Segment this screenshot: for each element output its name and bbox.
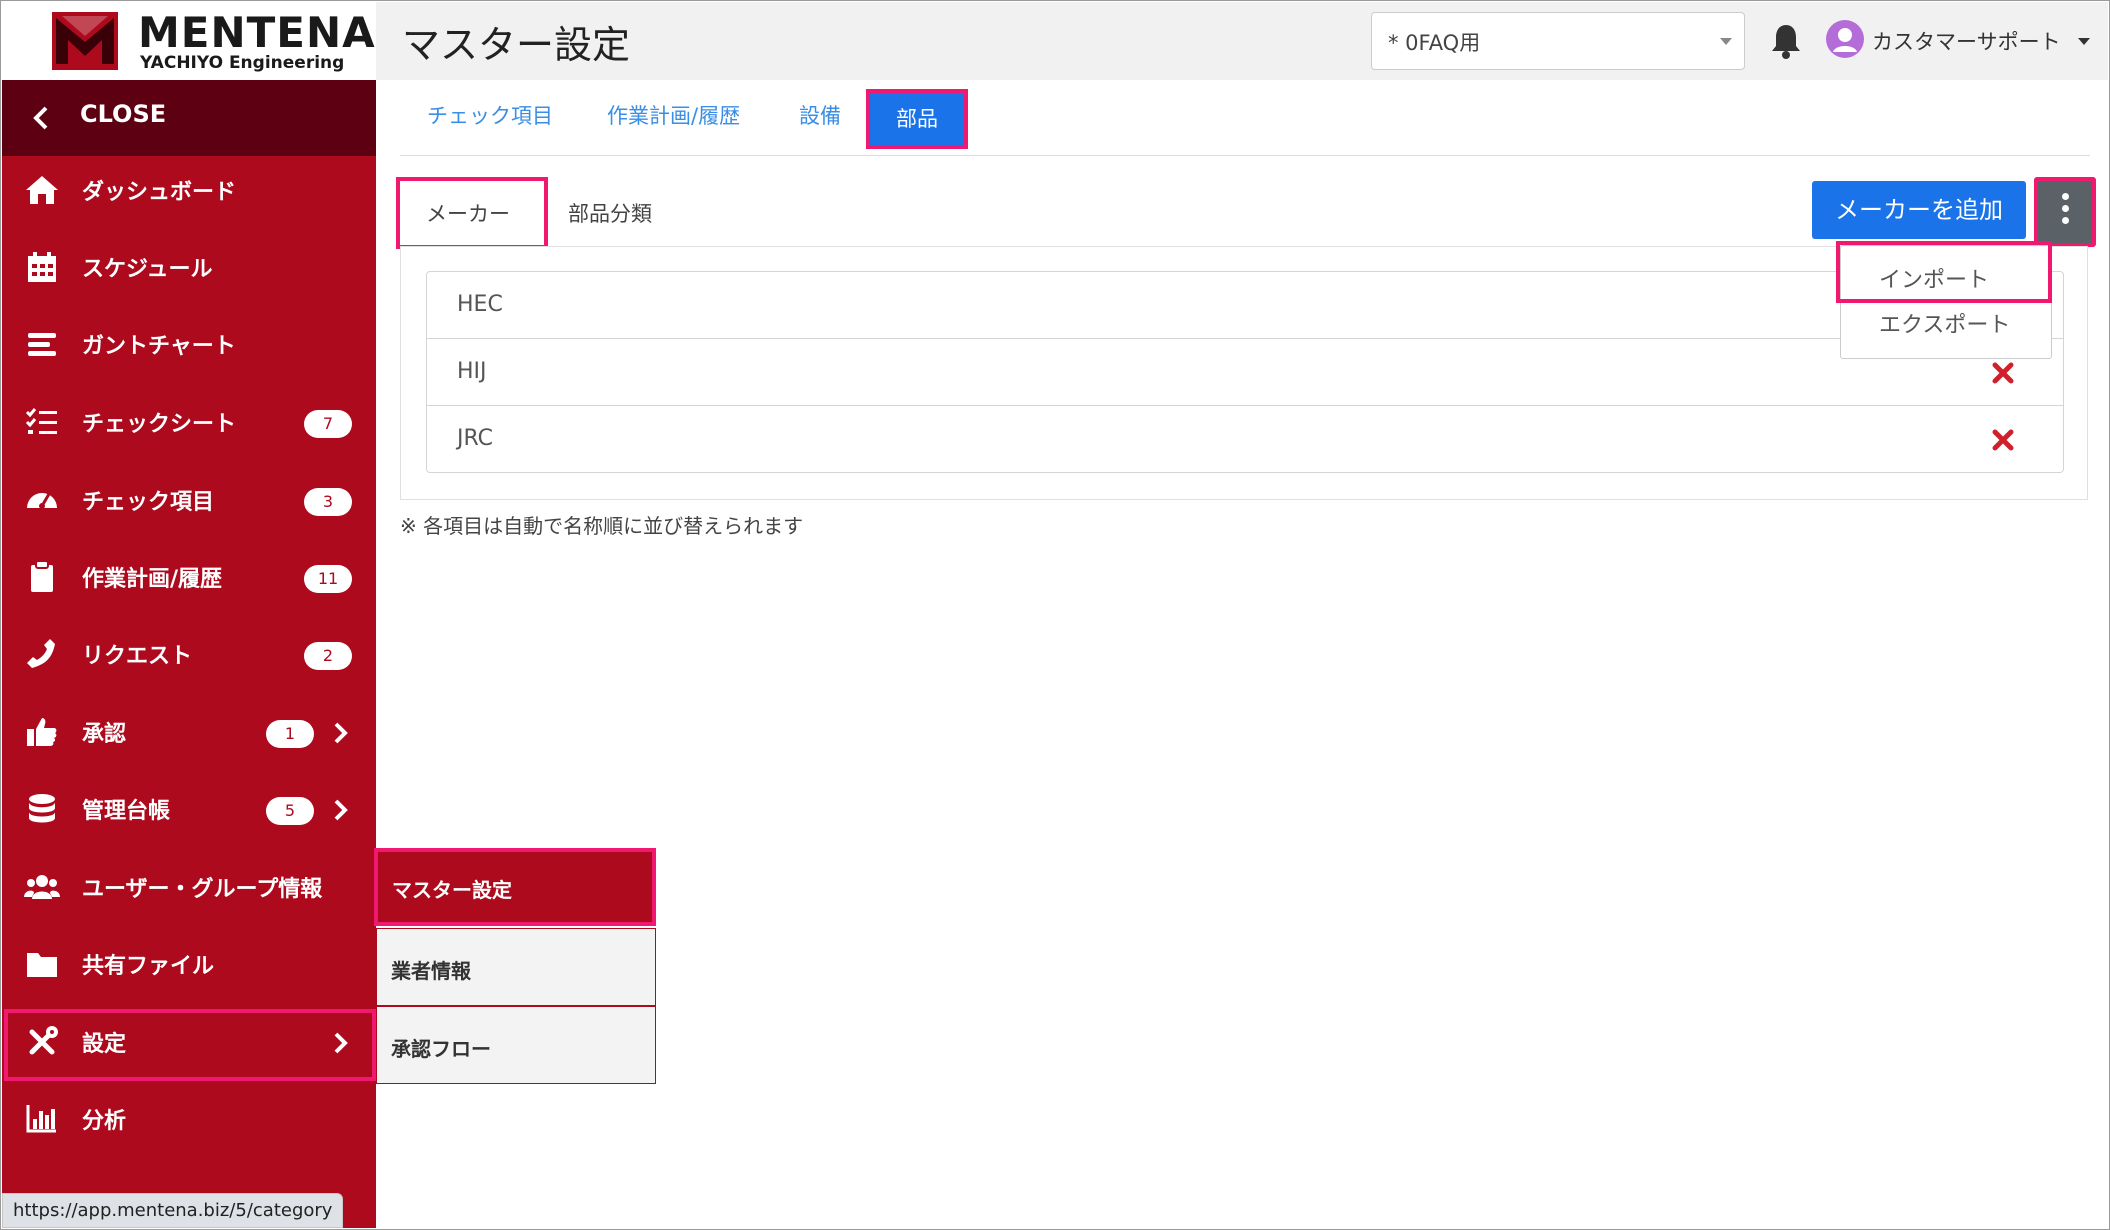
submenu-item-label: 承認フロー	[391, 1037, 491, 1061]
sidebar-item-label: ガントチャート	[82, 334, 236, 359]
gantt-icon	[28, 333, 56, 356]
kebab-dot	[2062, 217, 2069, 224]
checklist-icon	[25, 408, 57, 434]
import-highlight-frame	[1836, 241, 2052, 303]
sidebar-item-label: チェック項目	[82, 490, 215, 515]
gauge-icon	[27, 493, 57, 509]
folder-icon	[27, 953, 57, 977]
brand-title: MENTENA	[138, 8, 376, 57]
kebab-dot	[2062, 205, 2069, 212]
submenu-item-master-settings[interactable]: マスター設定	[374, 848, 656, 926]
request-count-badge: 2	[304, 642, 352, 670]
maker-name: HIJ	[457, 359, 487, 384]
list-item[interactable]: HEC	[427, 272, 2063, 339]
sidebar-item-users-groups[interactable]: ユーザー・グループ情報	[2, 855, 376, 921]
more-options-button[interactable]	[2034, 177, 2096, 247]
settings-highlight-frame	[4, 1009, 376, 1081]
sidebar-item-work-plan[interactable]: 作業計画/履歴 11	[2, 545, 376, 611]
sidebar-item-schedule[interactable]: スケジュール	[2, 235, 376, 301]
sidebar-item-label: ダッシュボード	[82, 180, 237, 205]
sidebar-item-gantt[interactable]: ガントチャート	[2, 312, 376, 378]
kebab-dot	[2062, 193, 2069, 200]
user-menu-name[interactable]: カスタマーサポート	[1872, 26, 2061, 56]
caret-down-icon	[1720, 38, 1732, 45]
thumbs-up-icon	[27, 718, 57, 746]
chevron-right-icon	[334, 722, 348, 744]
tab-equipment[interactable]: 設備	[799, 100, 841, 130]
sidebar-item-label: 分析	[82, 1109, 127, 1134]
logo[interactable]: MENTENA YACHIYO Engineering	[2, 2, 376, 80]
database-icon	[29, 794, 55, 823]
sidebar-item-label: 共有ファイル	[82, 954, 215, 979]
top-header: マスター設定 * 0FAQ用 カスタマーサポート	[376, 2, 2108, 80]
checksheet-count-badge: 7	[304, 410, 352, 438]
tab-work-plan[interactable]: 作業計画/履歴	[607, 100, 740, 130]
sidebar-close-button[interactable]: CLOSE	[2, 80, 376, 156]
submenu-item-vendor-info[interactable]: 業者情報	[376, 928, 656, 1006]
clipboard-icon	[31, 560, 53, 592]
tab-divider	[400, 155, 2090, 156]
list-item[interactable]: HIJ	[427, 339, 2063, 406]
ledger-count-badge: 5	[266, 797, 314, 825]
maker-name: HEC	[457, 292, 503, 317]
dropdown-item-export[interactable]: エクスポート	[1879, 307, 2010, 339]
caret-down-icon[interactable]	[2078, 38, 2090, 45]
site-selector[interactable]: * 0FAQ用	[1371, 12, 1745, 70]
sidebar-item-label: ユーザー・グループ情報	[82, 877, 323, 902]
sidebar-item-dashboard[interactable]: ダッシュボード	[2, 158, 376, 224]
sidebar-item-shared-files[interactable]: 共有ファイル	[2, 932, 376, 998]
sidebar-item-label: 作業計画/履歴	[82, 567, 223, 592]
check-items-count-badge: 3	[304, 488, 352, 516]
sidebar-item-label: 管理台帳	[82, 799, 171, 824]
approval-count-badge: 1	[266, 720, 314, 748]
calendar-icon	[28, 252, 56, 282]
brand-subtitle: YACHIYO Engineering	[140, 53, 345, 73]
submenu-item-label: マスター設定	[392, 878, 512, 902]
site-selector-value: * 0FAQ用	[1388, 31, 1481, 55]
sidebar-item-analysis[interactable]: 分析	[2, 1087, 376, 1153]
subtab-maker[interactable]: メーカー	[426, 198, 510, 228]
sidebar-item-request[interactable]: リクエスト 2	[2, 622, 376, 688]
tab-parts[interactable]: 部品	[866, 89, 968, 149]
sidebar-item-checksheet[interactable]: チェックシート 7	[2, 390, 376, 456]
sidebar-item-approval[interactable]: 承認 1	[2, 700, 376, 766]
maker-list: HEC HIJ JRC	[426, 271, 2064, 473]
list-item[interactable]: JRC	[427, 406, 2063, 472]
bar-chart-icon	[26, 1105, 56, 1133]
submenu-item-label: 業者情報	[391, 959, 471, 983]
chevron-right-icon	[334, 799, 348, 821]
home-icon	[26, 176, 58, 204]
add-maker-button[interactable]: メーカーを追加	[1812, 181, 2026, 239]
subtab-part-category[interactable]: 部品分類	[568, 198, 652, 228]
submenu-item-approval-flow[interactable]: 承認フロー	[376, 1006, 656, 1084]
users-icon	[24, 875, 60, 899]
delete-icon[interactable]	[1991, 428, 2015, 452]
status-bar-url: https://app.mentena.biz/5/category	[2, 1193, 344, 1228]
mentena-logo-icon	[52, 12, 118, 70]
sidebar-item-check-items[interactable]: チェック項目 3	[2, 468, 376, 534]
bell-icon[interactable]	[1768, 22, 1804, 60]
sort-note: ※ 各項目は自動で名称順に並び替えられます	[400, 514, 804, 538]
delete-icon[interactable]	[1991, 361, 2015, 385]
phone-icon	[27, 639, 55, 668]
page-title: マスター設定	[402, 23, 631, 67]
user-avatar-icon[interactable]	[1826, 20, 1864, 58]
sidebar-item-label: 承認	[82, 722, 127, 747]
sidebar-item-label: スケジュール	[82, 257, 213, 282]
sidebar-item-ledger[interactable]: 管理台帳 5	[2, 777, 376, 843]
sidebar-item-label: チェックシート	[82, 412, 237, 437]
maker-name: JRC	[457, 426, 494, 451]
work-plan-count-badge: 11	[304, 565, 352, 593]
close-label: CLOSE	[80, 100, 167, 128]
sidebar-item-label: リクエスト	[82, 644, 193, 669]
chevron-left-icon	[33, 106, 48, 130]
tab-check-items[interactable]: チェック項目	[427, 100, 553, 130]
